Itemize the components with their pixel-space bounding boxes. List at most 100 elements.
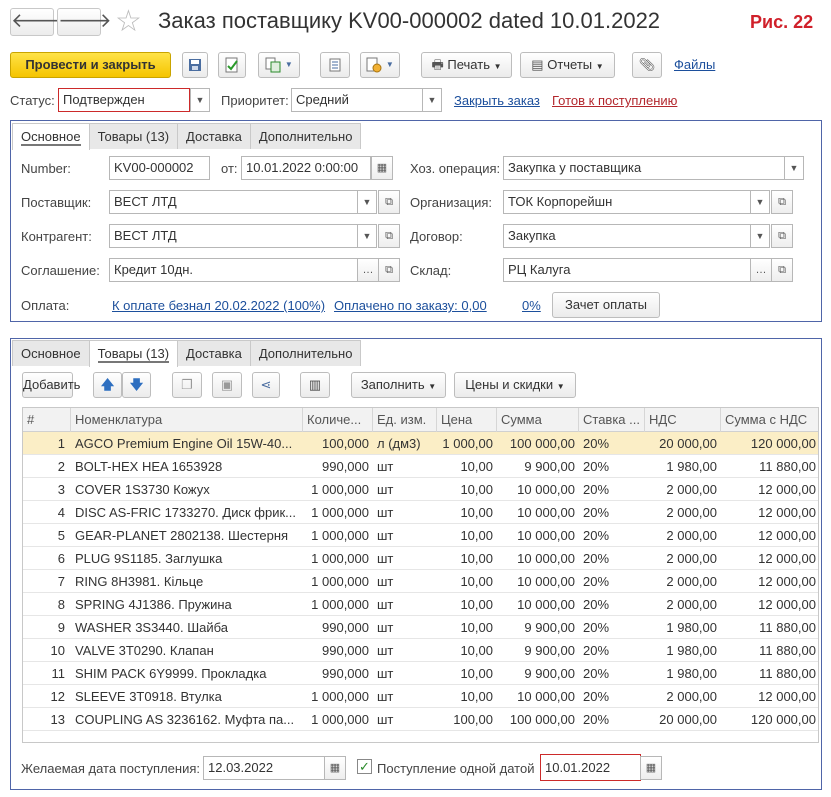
agreement-select-button[interactable]: … bbox=[357, 258, 379, 282]
status-dropdown-button[interactable]: ▼ bbox=[190, 88, 210, 112]
col-unit-cell: шт bbox=[377, 551, 394, 566]
number-label: Number: bbox=[21, 161, 71, 176]
table-row[interactable]: 1 AGCO Premium Engine Oil 15W-40... 100,00… bbox=[23, 432, 818, 455]
post-document-button[interactable] bbox=[218, 52, 246, 78]
header-col-item[interactable]: Номенклатура bbox=[71, 408, 303, 432]
agreement-open-button[interactable]: ⧉ bbox=[378, 258, 400, 282]
back-button[interactable]: 🡐 bbox=[10, 8, 65, 36]
payment-offset-button[interactable]: Зачет оплаты bbox=[552, 292, 660, 318]
org-open-button[interactable]: ⧉ bbox=[771, 190, 793, 214]
move-up-button[interactable]: 🡅 bbox=[93, 372, 122, 398]
calendar-button[interactable]: ▦ bbox=[371, 156, 393, 180]
warehouse-field[interactable]: РЦ Калуга bbox=[503, 258, 751, 282]
attach-button[interactable]: 📎︎ bbox=[632, 52, 662, 78]
files-link[interactable]: Файлы bbox=[674, 57, 715, 72]
barcode-button[interactable]: ▥ bbox=[300, 372, 330, 398]
supplier-dropdown-button[interactable]: ▼ bbox=[357, 190, 377, 214]
desired-date-field[interactable]: 12.03.2022 bbox=[203, 756, 325, 780]
create-based-on-button[interactable]: ▼ bbox=[258, 52, 300, 78]
header-col-vat[interactable]: НДС bbox=[645, 408, 721, 432]
close-order-link[interactable]: Закрыть заказ bbox=[454, 93, 540, 108]
single-date-field[interactable]: 10.01.2022 bbox=[540, 754, 641, 781]
warehouse-select-button[interactable]: … bbox=[750, 258, 772, 282]
table-row[interactable]: 9 WASHER 3S3440. Шайба 990,000 шт 10,00 9 900… bbox=[23, 616, 818, 639]
col-vat-cell: 2 000,00 bbox=[666, 528, 717, 543]
post-and-close-button[interactable]: Провести и закрыть bbox=[10, 52, 171, 78]
contract-dropdown-button[interactable]: ▼ bbox=[750, 224, 770, 248]
move-down-button[interactable]: 🡇 bbox=[122, 372, 151, 398]
paste-button[interactable]: ▣ bbox=[212, 372, 242, 398]
tab-additional[interactable]: Дополнительно bbox=[249, 340, 362, 366]
col-total-cell: 11 880,00 bbox=[759, 666, 816, 681]
header-col-vat-rate[interactable]: Ставка ... bbox=[579, 408, 645, 432]
tab-main[interactable]: Основное bbox=[12, 123, 90, 150]
col-price-cell: 10,00 bbox=[460, 482, 493, 497]
prices-discounts-button[interactable]: Цены и скидки ▼ bbox=[454, 372, 576, 398]
tab-delivery[interactable]: Доставка bbox=[177, 123, 251, 149]
org-dropdown-button[interactable]: ▼ bbox=[750, 190, 770, 214]
priority-field[interactable]: Средний bbox=[291, 88, 423, 112]
operation-dropdown-button[interactable]: ▼ bbox=[784, 156, 804, 180]
table-row[interactable]: 10 VALVE 3T0290. Клапан 990,000 шт 10,00 9 90… bbox=[23, 639, 818, 662]
header-col-unit[interactable]: Ед. изм. bbox=[373, 408, 437, 432]
contract-field[interactable]: Закупка bbox=[503, 224, 751, 248]
goods-table[interactable]: # Номенклатура Количе... Ед. изм. Цена Сумма С… bbox=[22, 407, 819, 743]
table-row[interactable]: 12 SLEEVE 3T0918. Втулка 1 000,000 шт 10,00 1… bbox=[23, 685, 818, 708]
contractor-dropdown-button[interactable]: ▼ bbox=[357, 224, 377, 248]
table-row[interactable]: 7 RING 8H3981. Кільце 1 000,000 шт 10,00 10 0… bbox=[23, 570, 818, 593]
single-date-calendar-button[interactable]: ▦ bbox=[640, 756, 662, 780]
warehouse-open-button[interactable]: ⧉ bbox=[771, 258, 793, 282]
header-col-sum[interactable]: Сумма bbox=[497, 408, 579, 432]
paid-by-order-link[interactable]: Оплачено по заказу: 0,00 bbox=[334, 298, 487, 313]
copy-row-button[interactable]: ❐ bbox=[172, 372, 202, 398]
contractor-open-button[interactable]: ⧉ bbox=[378, 224, 400, 248]
table-row[interactable]: 13 COUPLING AS 3236162. Муфта па... 1 000,… bbox=[23, 708, 818, 731]
save-button[interactable] bbox=[182, 52, 208, 78]
priority-dropdown-button[interactable]: ▼ bbox=[422, 88, 442, 112]
number-field[interactable]: KV00-000002 bbox=[109, 156, 210, 180]
contractor-field[interactable]: ВЕСТ ЛТД bbox=[109, 224, 358, 248]
table-row[interactable]: 4 DISC AS-FRIC 1733270. Диск фрик... 1 000… bbox=[23, 501, 818, 524]
tab-main[interactable]: Основное bbox=[12, 340, 90, 366]
table-row[interactable]: 3 COVER 1S3730 Кожух 1 000,000 шт 10,00 10 00… bbox=[23, 478, 818, 501]
org-field[interactable]: ТОК Корпорейшн bbox=[503, 190, 751, 214]
tab-delivery[interactable]: Доставка bbox=[177, 340, 251, 366]
payment-schedule-link[interactable]: К оплате безнал 20.02.2022 (100%) bbox=[112, 298, 325, 313]
fill-button[interactable]: Заполнить ▼ bbox=[351, 372, 446, 398]
table-row[interactable]: 8 SPRING 4J1386. Пружина 1 000,000 шт 10,00 1… bbox=[23, 593, 818, 616]
col-sum-cell: 10 000,00 bbox=[517, 482, 575, 497]
split-row-button[interactable]: ⋖ bbox=[252, 372, 280, 398]
forward-button[interactable]: 🡒 bbox=[57, 8, 112, 36]
structure-button[interactable] bbox=[320, 52, 350, 78]
reports-button[interactable]: ▤ Отчеты ▼ bbox=[520, 52, 615, 78]
date-field[interactable]: 10.01.2022 0:00:00 bbox=[241, 156, 371, 180]
contract-open-button[interactable]: ⧉ bbox=[771, 224, 793, 248]
table-row[interactable]: 6 PLUG 9S1185. Заглушка 1 000,000 шт 10,00 10… bbox=[23, 547, 818, 570]
table-row[interactable]: 11 SHIM PACK 6Y9999. Прокладка 990,000 шт 10… bbox=[23, 662, 818, 685]
add-button[interactable]: Добавить bbox=[22, 372, 80, 398]
col-price-cell: 10,00 bbox=[460, 505, 493, 520]
header-col-total[interactable]: Сумма с НДС bbox=[721, 408, 818, 432]
tab-additional[interactable]: Дополнительно bbox=[249, 123, 362, 149]
table-row[interactable]: 5 GEAR-PLANET 2802138. Шестерня 1 000,000 ш… bbox=[23, 524, 818, 547]
single-date-checkbox[interactable]: ✓ bbox=[357, 759, 372, 774]
col-item-cell: GEAR-PLANET 2802138. Шестерня bbox=[75, 528, 289, 543]
related-documents-button[interactable]: ▼ bbox=[360, 52, 400, 78]
operation-field[interactable]: Закупка у поставщика bbox=[503, 156, 785, 180]
tab-goods[interactable]: Товары (13) bbox=[88, 340, 179, 367]
header-col-price[interactable]: Цена bbox=[437, 408, 497, 432]
tab-goods[interactable]: Товары (13) bbox=[88, 123, 179, 149]
print-button[interactable]: 🖶 Печать ▼ bbox=[421, 52, 512, 78]
agreement-field[interactable]: Кредит 10дн. bbox=[109, 258, 358, 282]
paste-icon: ▣ bbox=[220, 377, 234, 392]
header-col-index[interactable]: # bbox=[23, 408, 71, 432]
favorite-star-icon[interactable]: ☆ bbox=[115, 4, 142, 39]
header-col-qty[interactable]: Количе... bbox=[303, 408, 373, 432]
table-row[interactable]: 2 BOLT-HEX HEA 1653928 990,000 шт 10,00 9 900… bbox=[23, 455, 818, 478]
ready-for-receipt-link[interactable]: Готов к поступлению bbox=[552, 93, 677, 108]
supplier-open-button[interactable]: ⧉ bbox=[378, 190, 400, 214]
supplier-field[interactable]: ВЕСТ ЛТД bbox=[109, 190, 358, 214]
desired-date-calendar-button[interactable]: ▦ bbox=[324, 756, 346, 780]
paid-percent-link[interactable]: 0% bbox=[522, 298, 541, 313]
status-field[interactable]: Подтвержден bbox=[58, 88, 190, 112]
